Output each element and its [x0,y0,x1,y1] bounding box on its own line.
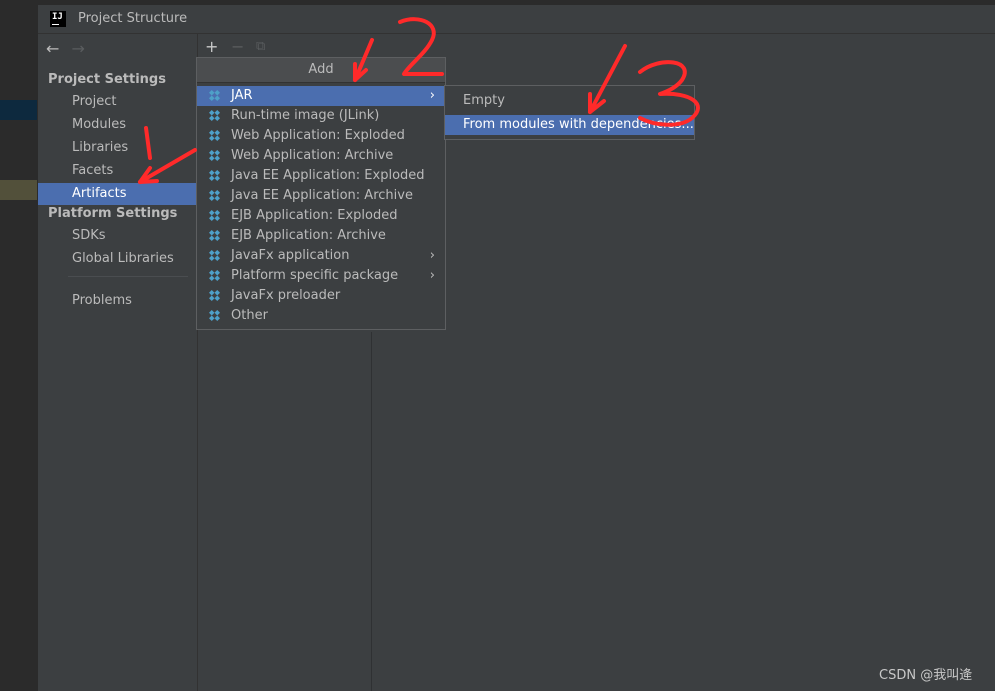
menu-item-web-application-archive[interactable]: Web Application: Archive [197,146,445,166]
menu-item-label: EJB Application: Exploded [231,208,398,223]
submenu-item-from-modules[interactable]: From modules with dependencies... [445,115,694,135]
artifact-icon [209,170,220,181]
intellij-logo-icon: IJ [50,11,66,27]
section-title-project-settings: Project Settings [48,72,166,87]
sidebar: ← → Project Settings Project Modules Lib… [38,34,197,691]
remove-button[interactable]: − [231,37,244,56]
artifact-icon [209,130,220,141]
sidebar-item-problems[interactable]: Problems [38,290,197,312]
background-highlight [0,180,37,200]
menu-item-other[interactable]: Other [197,306,445,326]
sidebar-item-libraries[interactable]: Libraries [38,137,197,159]
copy-button[interactable]: ⧉ [256,39,265,54]
section-title-platform-settings: Platform Settings [48,206,178,221]
menu-item-jar[interactable]: JAR › [197,86,445,106]
add-popup-menu: Add JAR › Run-time image (JLink) Web Applic… [196,57,446,330]
menu-item-java-ee-application-archive[interactable]: Java EE Application: Archive [197,186,445,206]
menu-item-javafx-application[interactable]: JavaFx application › [197,246,445,266]
menu-item-platform-specific-package[interactable]: Platform specific package › [197,266,445,286]
menu-item-label: JAR [231,88,253,103]
add-button[interactable]: + [205,37,218,56]
sidebar-item-global-libraries[interactable]: Global Libraries [38,248,197,270]
popup-title: Add [197,58,445,83]
watermark: CSDN @我叫逄 [879,668,973,683]
artifact-icon [209,270,220,281]
jar-submenu: Empty From modules with dependencies... [444,85,695,140]
artifact-icon [209,150,220,161]
chevron-right-icon: › [429,268,435,283]
chevron-right-icon: › [429,88,435,103]
sidebar-item-artifacts[interactable]: Artifacts [38,183,197,205]
submenu-item-empty[interactable]: Empty [445,91,694,111]
menu-item-label: Java EE Application: Archive [231,188,413,203]
menu-item-ejb-application-archive[interactable]: EJB Application: Archive [197,226,445,246]
artifact-icon [209,210,220,221]
sidebar-item-sdks[interactable]: SDKs [38,225,197,247]
nav-arrows: ← → [46,39,93,58]
menu-item-label: Web Application: Exploded [231,128,405,143]
menu-item-java-ee-application-exploded[interactable]: Java EE Application: Exploded [197,166,445,186]
artifact-icon [209,190,220,201]
menu-item-label: JavaFx application [231,248,350,263]
artifact-icon [209,290,220,301]
sidebar-item-project[interactable]: Project [38,91,197,113]
artifact-icon [209,110,220,121]
sidebar-separator [68,276,188,277]
artifact-icon [209,90,220,101]
panel-divider [371,332,372,691]
menu-item-label: Other [231,308,268,323]
window-title: Project Structure [78,11,188,26]
menu-item-label: EJB Application: Archive [231,228,386,243]
menu-item-label: Run-time image (JLink) [231,108,380,123]
menu-item-ejb-application-exploded[interactable]: EJB Application: Exploded [197,206,445,226]
sidebar-item-modules[interactable]: Modules [38,114,197,136]
sidebar-item-facets[interactable]: Facets [38,160,197,182]
artifact-icon [209,250,220,261]
menu-item-label: Web Application: Archive [231,148,394,163]
menu-item-label: Platform specific package [231,268,399,283]
back-arrow-icon[interactable]: ← [46,39,59,58]
forward-arrow-icon[interactable]: → [72,39,85,58]
artifact-icon [209,230,220,241]
chevron-right-icon: › [429,248,435,263]
background-highlight [0,100,37,120]
menu-item-label: Java EE Application: Exploded [231,168,425,183]
menu-item-label: JavaFx preloader [231,288,341,303]
title-bar: IJ Project Structure [38,5,995,34]
menu-item-web-application-exploded[interactable]: Web Application: Exploded [197,126,445,146]
menu-item-run-time-image-jlink[interactable]: Run-time image (JLink) [197,106,445,126]
menu-item-javafx-preloader[interactable]: JavaFx preloader [197,286,445,306]
artifact-icon [209,310,220,321]
